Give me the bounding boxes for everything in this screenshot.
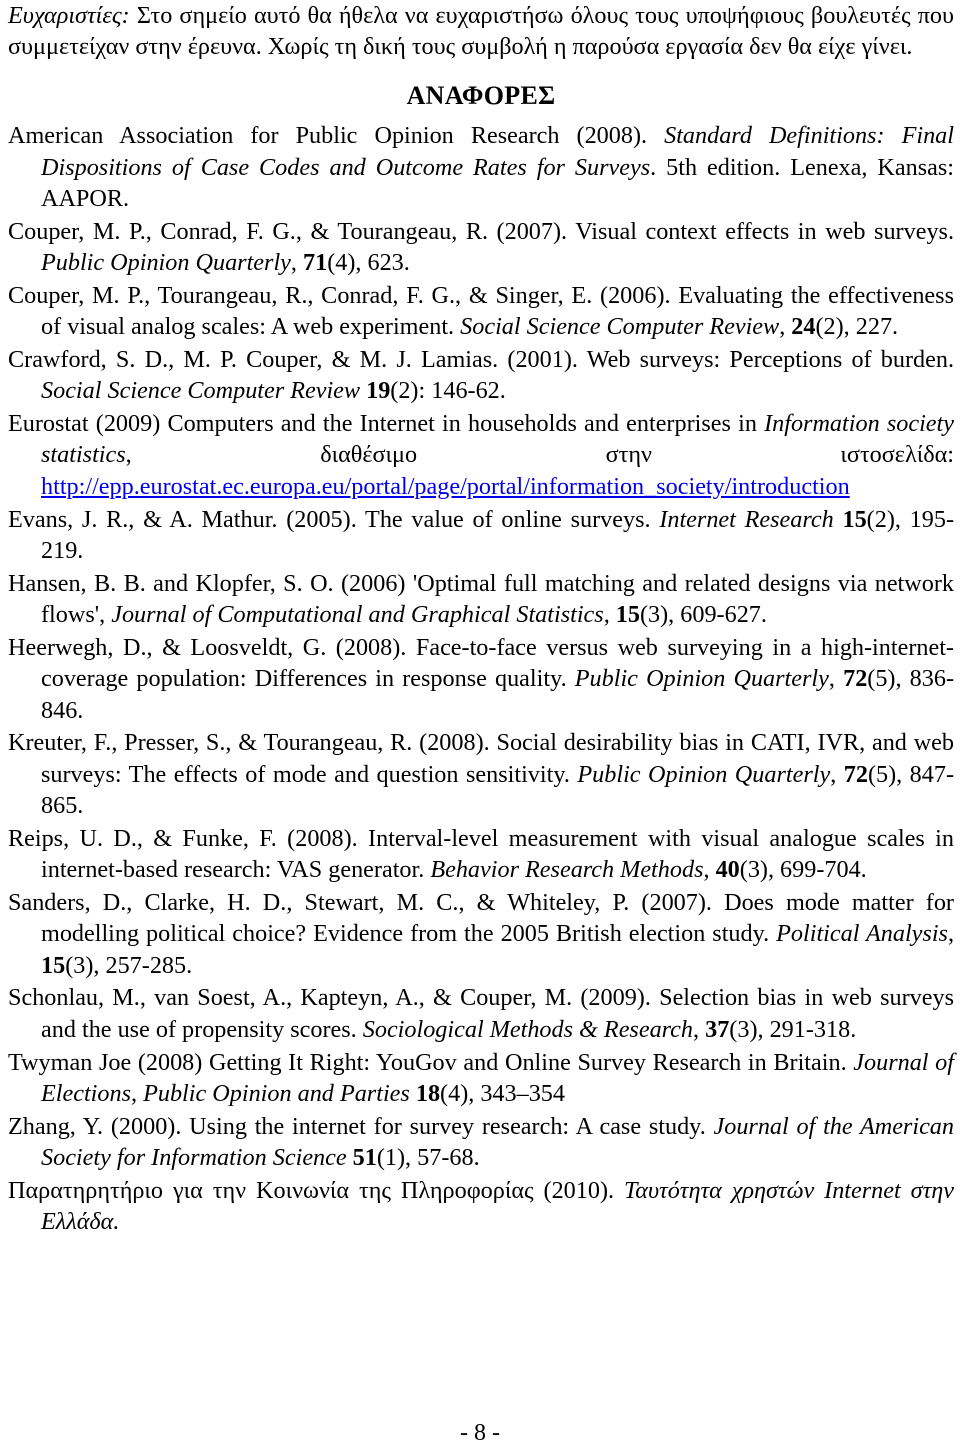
reference-entry: Παρατηρητήριο για την Κοινωνία της Πληρο… <box>8 1175 954 1238</box>
acknowledgement-label: Ευχαριστίες: <box>8 2 130 29</box>
reference-text: (3), 291-318. <box>729 1015 857 1043</box>
reference-text: (3), 257-285. <box>65 951 193 979</box>
reference-volume: 19 <box>366 377 391 405</box>
reference-source-title: Social Science Computer Review <box>460 313 780 341</box>
reference-text: , <box>830 760 844 788</box>
reference-entry: American Association for Public Opinion … <box>8 120 954 214</box>
reference-entry: Sanders, D., Clarke, H. D., Stewart, M. … <box>8 887 954 981</box>
references-list: American Association for Public Opinion … <box>8 120 954 1237</box>
reference-source-title: Social Science Computer Review <box>41 377 361 405</box>
reference-text: (2), 227. <box>815 313 899 341</box>
reference-text: , <box>290 249 303 277</box>
reference-source-title: Journal of Computational and Graphical S… <box>111 601 604 629</box>
reference-text: , <box>947 920 955 948</box>
reference-entry: Schonlau, M., van Soest, A., Kapteyn, A.… <box>8 982 954 1045</box>
reference-entry: Reips, U. D., & Funke, F. (2008). Interv… <box>8 823 954 886</box>
reference-volume: 24 <box>791 313 816 341</box>
reference-volume: 37 <box>705 1015 730 1043</box>
page-number: - 8 - <box>460 1420 500 1446</box>
reference-volume: 15 <box>842 505 867 533</box>
reference-text: (3), 609-627. <box>639 601 767 629</box>
reference-text: (2): 146-62. <box>390 377 506 405</box>
reference-text: Twyman Joe (2008) Getting It Right: YouG… <box>8 1048 854 1076</box>
reference-volume: 71 <box>303 249 328 277</box>
reference-volume: 15 <box>41 951 66 979</box>
reference-volume: 40 <box>715 856 740 884</box>
reference-text: Crawford, S. D., M. P. Couper, & M. J. L… <box>8 345 954 373</box>
reference-text: (4), 343–354 <box>440 1079 565 1107</box>
reference-text: , διαθέσιμο στην ιστοσελίδα: <box>125 441 954 469</box>
document-page: Ευχαριστίες: Στο σημείο αυτό θα ήθελα να… <box>8 0 954 1239</box>
reference-source-title: Sociological Methods & Research <box>362 1015 694 1043</box>
reference-text: , <box>828 665 844 693</box>
reference-entry: Couper, M. P., Tourangeau, R., Conrad, F… <box>8 280 954 343</box>
reference-text: (3), 699-704. <box>739 856 867 884</box>
reference-volume: 51 <box>352 1144 377 1172</box>
reference-entry: Evans, J. R., & A. Mathur. (2005). The v… <box>8 504 954 567</box>
reference-entry: Heerwegh, D., & Loosveldt, G. (2008). Fa… <box>8 632 954 726</box>
reference-text: American Association for Public Opinion … <box>8 122 665 150</box>
reference-source-title: Public Opinion Quarterly <box>577 760 831 788</box>
reference-text: Eurostat (2009) Computers and the Intern… <box>8 410 765 438</box>
reference-text: , <box>779 313 792 341</box>
reference-entry: Crawford, S. D., M. P. Couper, & M. J. L… <box>8 344 954 407</box>
reference-entry: Hansen, B. B. and Klopfer, S. O. (2006) … <box>8 568 954 631</box>
reference-entry: Eurostat (2009) Computers and the Intern… <box>8 408 954 502</box>
acknowledgement-paragraph: Ευχαριστίες: Στο σημείο αυτό θα ήθελα να… <box>8 0 954 63</box>
reference-text: , <box>703 856 716 884</box>
reference-entry: Zhang, Y. (2000). Using the internet for… <box>8 1111 954 1174</box>
reference-volume: 18 <box>415 1079 441 1107</box>
reference-source-title: Behavior Research Methods <box>430 856 704 884</box>
reference-entry: Twyman Joe (2008) Getting It Right: YouG… <box>8 1047 954 1110</box>
reference-text: (1), 57-68. <box>376 1144 480 1172</box>
reference-source-title: Public Opinion Quarterly <box>41 249 291 277</box>
reference-text: (4), 623. <box>327 249 410 277</box>
reference-text: Couper, M. P., Conrad, F. G., & Tourange… <box>8 217 954 245</box>
reference-text: , <box>603 601 616 629</box>
reference-text: Zhang, Y. (2000). Using the internet for… <box>8 1112 714 1140</box>
reference-volume: 15 <box>615 601 640 629</box>
reference-volume: 72 <box>843 665 868 693</box>
reference-text: Evans, J. R., & A. Mathur. (2005). The v… <box>8 505 660 533</box>
reference-entry: Kreuter, F., Presser, S., & Tourangeau, … <box>8 727 954 821</box>
reference-volume: 72 <box>843 760 868 788</box>
references-heading: ΑΝΑΦΟΡΕΣ <box>406 80 556 110</box>
reference-text: Παρατηρητήριο για την Κοινωνία της Πληρο… <box>8 1176 624 1204</box>
reference-source-title: Public Opinion Quarterly <box>574 665 829 693</box>
reference-link[interactable]: http://epp.eurostat.ec.europa.eu/portal/… <box>41 473 850 500</box>
reference-text: , <box>693 1015 706 1043</box>
reference-entry: Couper, M. P., Conrad, F. G., & Tourange… <box>8 216 954 279</box>
reference-source-title: Political Analysis <box>776 920 948 948</box>
reference-source-title: Internet Research <box>659 505 834 533</box>
acknowledgement-text: Στο σημείο αυτό θα ήθελα να ευχαριστήσω … <box>8 2 954 61</box>
